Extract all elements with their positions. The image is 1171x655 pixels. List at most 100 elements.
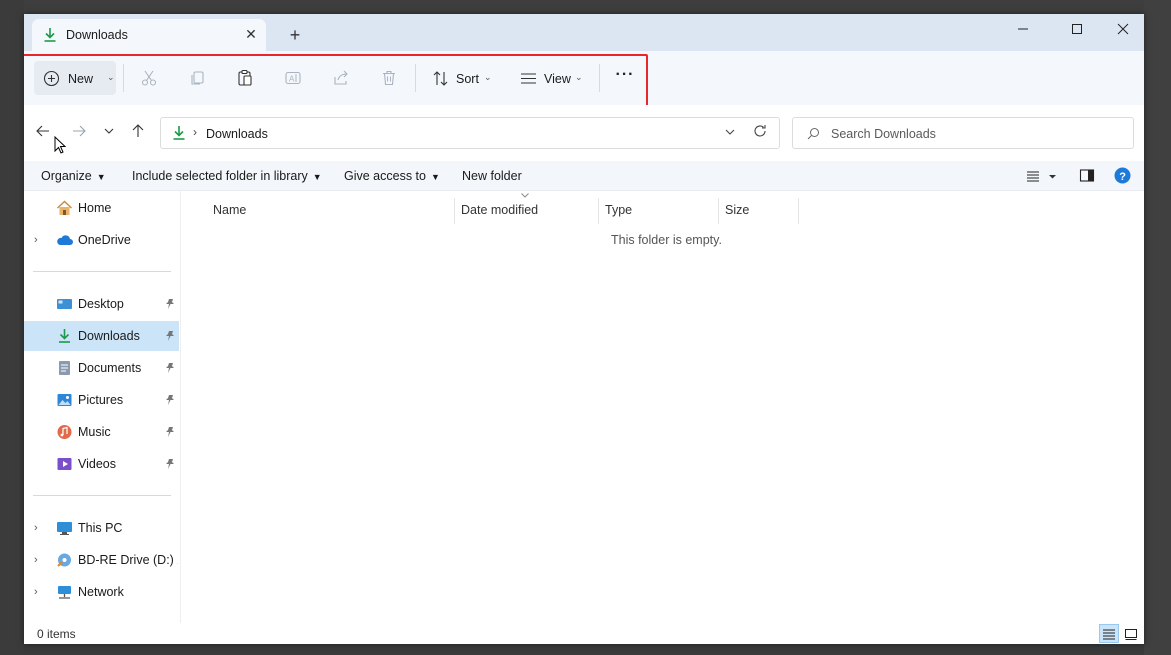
onedrive-cloud-icon [56, 232, 73, 248]
pin-icon[interactable] [164, 458, 176, 470]
sidebar-item-label: This PC [78, 521, 123, 535]
sidebar-item-onedrive[interactable]: › OneDrive [24, 225, 179, 255]
address-history-button[interactable] [724, 126, 736, 141]
give-access-menu[interactable]: Give access to ▼ [344, 169, 440, 183]
sidebar-item-label: Music [78, 425, 111, 439]
caret-down-icon: ▼ [96, 172, 106, 182]
maximize-icon [1072, 24, 1082, 34]
preview-pane-button[interactable] [1079, 167, 1097, 185]
sidebar-item-label: Videos [78, 457, 116, 471]
sidebar-item-home[interactable]: Home [24, 193, 179, 223]
pin-icon[interactable] [164, 426, 176, 438]
download-icon [42, 27, 58, 43]
annotation-highlight-box [24, 54, 648, 109]
caret-down-icon: ▼ [312, 172, 322, 182]
column-header-type[interactable]: Type [599, 198, 719, 224]
column-header-label: Name [213, 203, 247, 217]
sidebar-divider [33, 271, 171, 272]
sidebar-item-this-pc[interactable]: › This PC [24, 513, 179, 543]
navigation-pane: Home › OneDrive Desktop Downloads Docume… [24, 191, 181, 623]
column-header-label: Size [725, 203, 750, 217]
minimize-icon [1018, 28, 1028, 30]
desktop-icon [56, 296, 73, 312]
disc-drive-icon [56, 552, 73, 568]
arrow-right-icon [73, 125, 86, 137]
network-icon [56, 584, 73, 600]
recent-locations-button[interactable] [99, 121, 119, 141]
refresh-button[interactable] [752, 123, 770, 141]
sidebar-item-pictures[interactable]: Pictures [24, 385, 179, 415]
sidebar-item-label: Desktop [78, 297, 124, 311]
give-access-label: Give access to [344, 169, 426, 183]
status-bar: 0 items [24, 623, 1144, 644]
chevron-down-icon [104, 128, 114, 134]
sidebar-item-label: Documents [78, 361, 142, 375]
maximize-button[interactable] [1054, 16, 1100, 42]
pin-icon[interactable] [164, 362, 176, 374]
column-header-label: Type [605, 203, 633, 217]
large-icons-layout-button[interactable] [1121, 624, 1141, 643]
download-icon [171, 125, 187, 141]
sidebar-item-documents[interactable]: Documents [24, 353, 179, 383]
sidebar-item-music[interactable]: Music [24, 417, 179, 447]
back-button[interactable] [33, 121, 53, 141]
pin-icon[interactable] [164, 298, 176, 310]
arrow-up-icon [132, 124, 144, 137]
column-header-date-modified[interactable]: Date modified [455, 193, 599, 224]
desktop-background-right [1144, 0, 1171, 655]
chevron-right-icon[interactable]: › [34, 554, 38, 566]
preview-pane-icon [1079, 169, 1095, 182]
document-icon [56, 360, 73, 376]
sidebar-item-desktop[interactable]: Desktop [24, 289, 179, 319]
sidebar-item-bd-re-drive[interactable]: › BD-RE Drive (D:) 20 [24, 545, 179, 575]
column-header-name[interactable]: Name [207, 198, 455, 224]
sidebar-item-label: Pictures [78, 393, 124, 407]
sidebar-item-downloads[interactable]: Downloads [24, 321, 179, 351]
forward-button[interactable] [69, 121, 89, 141]
breadcrumb-separator[interactable]: › [193, 125, 197, 139]
column-resize-handle[interactable] [798, 198, 799, 224]
address-bar[interactable]: › Downloads [160, 117, 780, 149]
mouse-cursor-icon [54, 136, 66, 154]
tab-downloads[interactable]: Downloads ✕ [32, 19, 266, 51]
sidebar-item-label: OneDrive [78, 233, 131, 247]
svg-text:?: ? [1119, 171, 1126, 183]
close-tab-icon[interactable]: ✕ [243, 26, 259, 42]
new-tab-button[interactable]: + [286, 26, 304, 44]
chevron-right-icon[interactable]: › [34, 586, 38, 598]
change-view-button[interactable] [1026, 167, 1060, 185]
search-box[interactable] [792, 117, 1134, 149]
address-row: › Downloads [24, 105, 1144, 161]
chevron-down-icon [725, 129, 735, 135]
organize-menu[interactable]: Organize ▼ [41, 169, 106, 183]
help-button[interactable]: ? [1114, 167, 1132, 185]
include-in-library-menu[interactable]: Include selected folder in library ▼ [132, 169, 322, 183]
music-icon [56, 424, 73, 440]
pin-icon[interactable] [164, 394, 176, 406]
new-folder-button[interactable]: New folder [462, 169, 522, 183]
desktop-background-left [0, 0, 24, 655]
home-icon [56, 200, 73, 216]
chevron-right-icon[interactable]: › [34, 234, 38, 246]
tab-title: Downloads [66, 28, 128, 42]
details-view-icon [1027, 171, 1056, 182]
breadcrumb-downloads[interactable]: Downloads [206, 127, 268, 141]
sort-indicator-icon [521, 193, 529, 198]
sidebar-item-network[interactable]: › Network [24, 577, 179, 607]
tiles-icon [1125, 628, 1137, 640]
command-bar: New ⌄ A Sort ⌄ View ⌄ ··· [24, 51, 1144, 109]
search-input[interactable] [831, 125, 1121, 143]
pictures-icon [56, 392, 73, 408]
title-bar: Downloads ✕ + [24, 14, 1144, 51]
pin-icon[interactable] [164, 330, 176, 342]
sidebar-item-videos[interactable]: Videos [24, 449, 179, 479]
minimize-button[interactable] [1000, 16, 1046, 42]
sidebar-item-label: BD-RE Drive (D:) 20 [78, 553, 178, 567]
close-window-button[interactable] [1100, 16, 1144, 42]
details-layout-button[interactable] [1099, 624, 1119, 643]
desktop-background-top [0, 0, 1171, 14]
chevron-right-icon[interactable]: › [34, 522, 38, 534]
up-button[interactable] [128, 121, 148, 141]
file-list: Name Date modified Type Size This folder… [182, 191, 1144, 623]
column-header-size[interactable]: Size [719, 198, 799, 224]
